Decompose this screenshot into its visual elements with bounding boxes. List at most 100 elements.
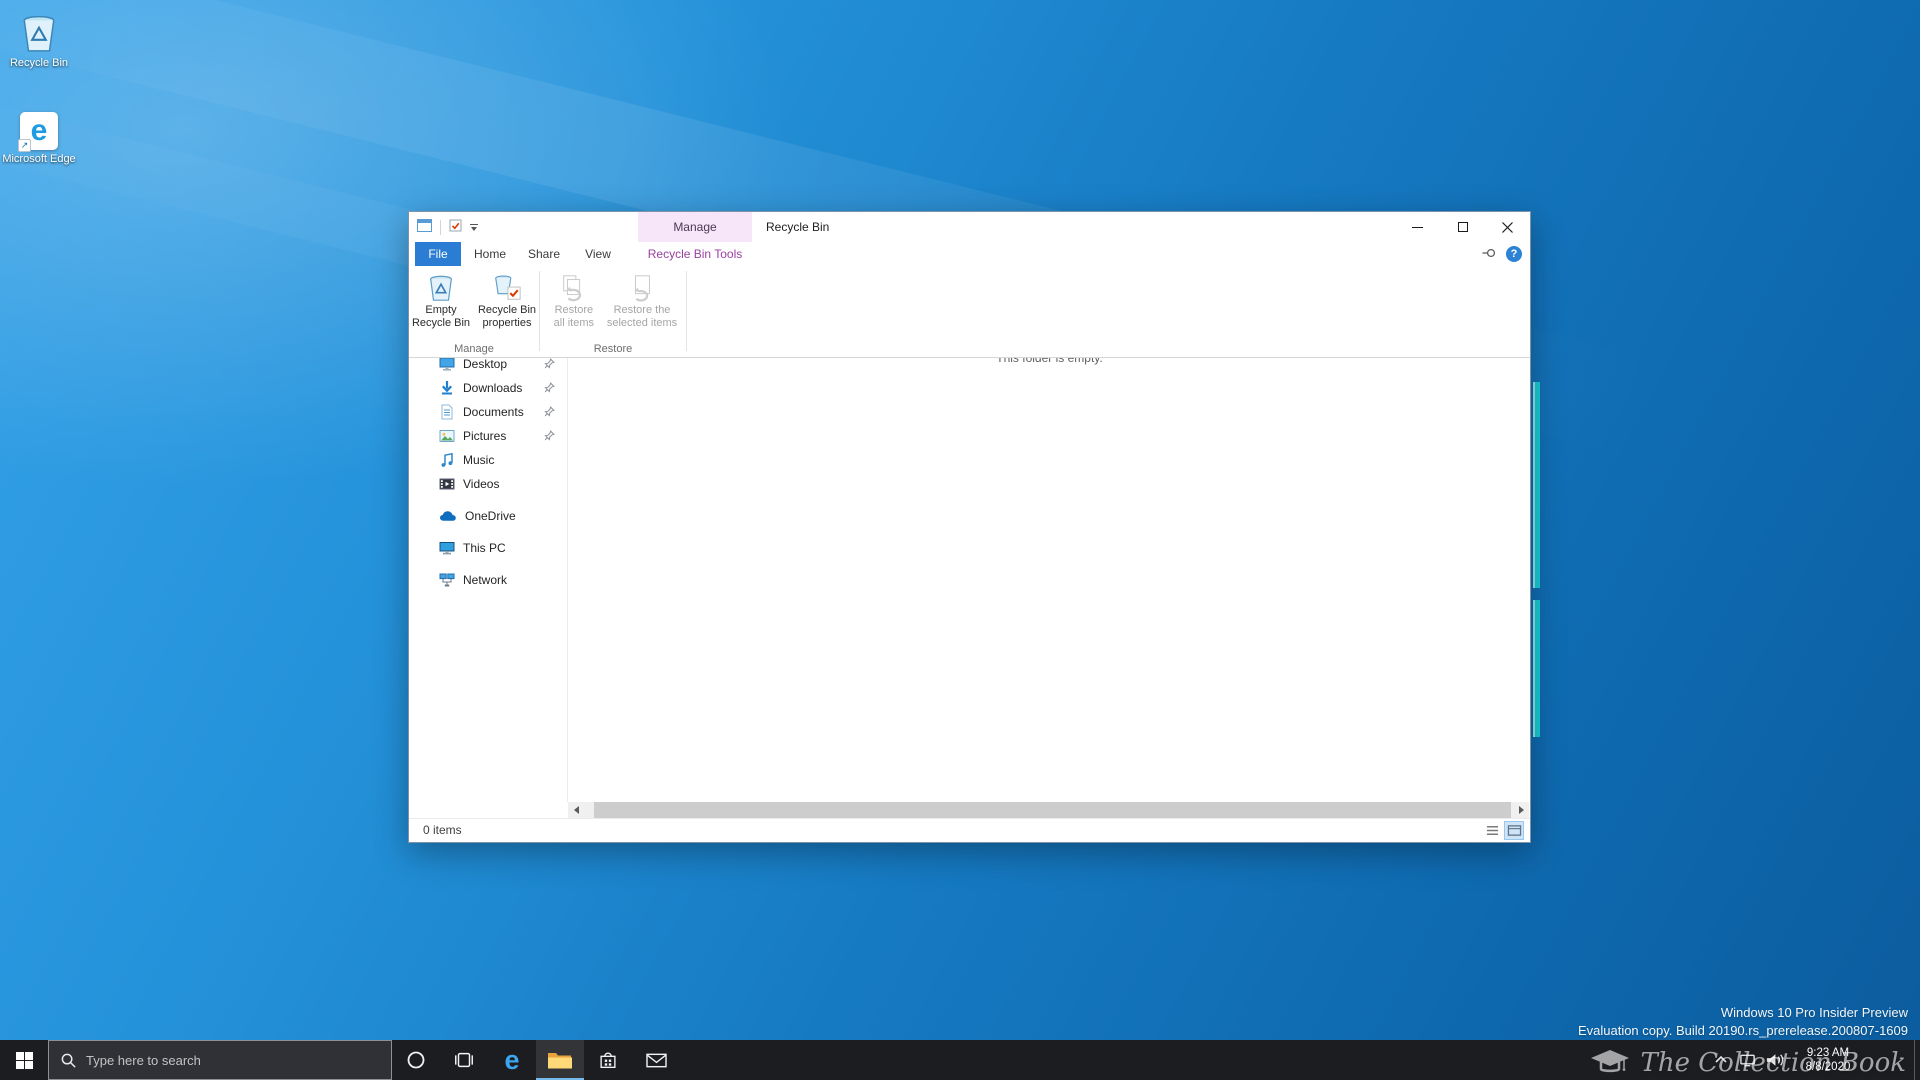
nav-item-downloads[interactable]: Downloads [409,376,567,400]
scrollbar-thumb[interactable] [594,802,1511,818]
network-icon [439,573,455,587]
ribbon-group-separator [686,271,687,351]
restore-all-items-button[interactable]: Restore all items [546,271,602,329]
system-tray: 9:23 AM 8/8/2020 [1707,1040,1920,1080]
nav-item-pictures[interactable]: Pictures [409,424,567,448]
restore-all-items-icon [563,275,581,302]
ribbon-tab-row: File Home Share View Recycle Bin Tools ? [409,242,1530,266]
desktop-icon-recycle-bin[interactable]: Recycle Bin [0,10,78,70]
cortana-button[interactable] [392,1040,440,1080]
shortcut-arrow-icon: ↗ [18,139,31,152]
left-arrow-icon [573,806,579,814]
ribbon-group-label: Restore [593,343,633,355]
restore-selected-items-icon [634,275,650,302]
ribbon-group-label: Manage [454,343,494,355]
minimize-button[interactable] [1395,212,1440,242]
pin-icon [544,358,555,372]
download-arrow-icon [441,381,453,395]
maximize-button[interactable] [1440,212,1485,242]
empty-recycle-bin-button[interactable]: Empty Recycle Bin [409,271,473,329]
show-desktop-button[interactable] [1914,1040,1920,1080]
maximize-icon [1457,222,1468,232]
watermark-line2: Evaluation copy. Build 20190.rs_prerelea… [1577,1023,1908,1038]
file-explorer-icon [548,1052,572,1068]
close-button[interactable] [1485,212,1530,242]
start-button[interactable] [0,1040,48,1080]
nav-item-label: Pictures [463,429,507,443]
network-icon [1740,1054,1755,1067]
horizontal-scrollbar[interactable] [568,802,1529,818]
explorer-window: Manage Recycle Bin File Home Share View … [408,211,1531,843]
close-icon [1502,221,1513,233]
details-view-icon [1486,826,1498,835]
edge-logo-glyph: e [30,114,48,147]
scroll-left-arrow[interactable] [568,802,584,818]
taskbar-store-button[interactable] [584,1040,632,1080]
pin-ribbon-icon[interactable] [1481,246,1496,263]
help-button[interactable]: ? [1506,246,1522,262]
desktop-icon-label: Recycle Bin [9,57,69,69]
title-bar[interactable]: Manage Recycle Bin [409,212,1530,242]
minimize-icon [1412,226,1423,228]
volume-tray-button[interactable] [1761,1040,1788,1080]
nav-item-music[interactable]: Music [409,448,567,472]
qat-properties-icon[interactable] [449,219,462,235]
desktop-icon-microsoft-edge[interactable]: e ↗ Microsoft Edge [0,106,78,166]
nav-item-documents[interactable]: Documents [409,400,567,424]
large-icons-view-icon [1507,825,1521,836]
task-view-button[interactable] [440,1040,488,1080]
tab-file[interactable]: File [415,242,461,266]
edge-icon: e [504,1044,520,1075]
taskbar-edge-button[interactable]: e [488,1040,536,1080]
picture-icon [439,430,455,442]
details-view-button[interactable] [1482,821,1502,840]
task-view-icon [455,1052,473,1068]
toolbar-divider [440,219,441,235]
empty-recycle-bin-icon [430,275,452,301]
chevron-up-icon [1714,1056,1727,1063]
network-tray-button[interactable] [1734,1040,1761,1080]
large-icons-view-button[interactable] [1504,821,1524,840]
nav-item-network[interactable]: Network [409,568,567,592]
computer-icon [439,542,455,555]
app-window-icon[interactable] [417,219,432,235]
windows-logo-icon [15,1051,33,1069]
insider-watermark: Windows 10 Pro Insider Preview Evaluatio… [1578,1004,1908,1040]
recycle-bin-properties-icon [495,275,521,300]
taskbar-mail-button[interactable] [632,1040,680,1080]
customize-quick-access-chevron-icon[interactable] [470,223,478,231]
music-note-icon [441,452,453,467]
clock-time: 9:23 AM [1806,1047,1850,1059]
scrollbar-track[interactable] [584,802,1513,818]
ribbon-group-restore: Restore all items Restore the selected i… [540,266,686,358]
tab-view[interactable]: View [575,242,621,266]
scroll-right-arrow[interactable] [1513,802,1529,818]
tab-share[interactable]: Share [519,242,569,266]
desktop-icon-label: Microsoft Edge [2,153,76,165]
document-icon [441,404,453,420]
taskbar-clock[interactable]: 9:23 AM 8/8/2020 [1788,1040,1868,1080]
desktop: Recycle Bin e ↗ Microsoft Edge Windows 1… [0,0,1920,1080]
nav-item-this-pc[interactable]: This PC [409,536,567,560]
recycle-bin-properties-button[interactable]: Recycle Bin properties [475,271,539,329]
search-input[interactable] [86,1052,380,1068]
background-window-edge [1533,600,1540,737]
watermark-line1: Windows 10 Pro Insider Preview [1720,1005,1908,1020]
video-icon [439,478,455,490]
cloud-icon [440,511,456,521]
restore-selected-items-button[interactable]: Restore the selected items [604,271,680,329]
nav-item-onedrive[interactable]: OneDrive [409,504,567,528]
background-window-edge [1533,382,1540,588]
clock-date: 8/8/2020 [1805,1061,1851,1073]
item-count: 0 items [423,823,462,837]
taskbar-search[interactable] [48,1040,392,1080]
taskbar-file-explorer-button[interactable] [536,1040,584,1080]
status-bar: 0 items [409,818,1530,842]
hidden-icons-button[interactable] [1707,1040,1734,1080]
tab-home[interactable]: Home [467,242,513,266]
nav-item-videos[interactable]: Videos [409,472,567,496]
quick-access-toolbar [417,212,478,242]
contextual-tab-header: Manage [638,212,752,242]
tab-recycle-bin-tools[interactable]: Recycle Bin Tools [638,242,752,266]
right-arrow-icon [1518,806,1524,814]
